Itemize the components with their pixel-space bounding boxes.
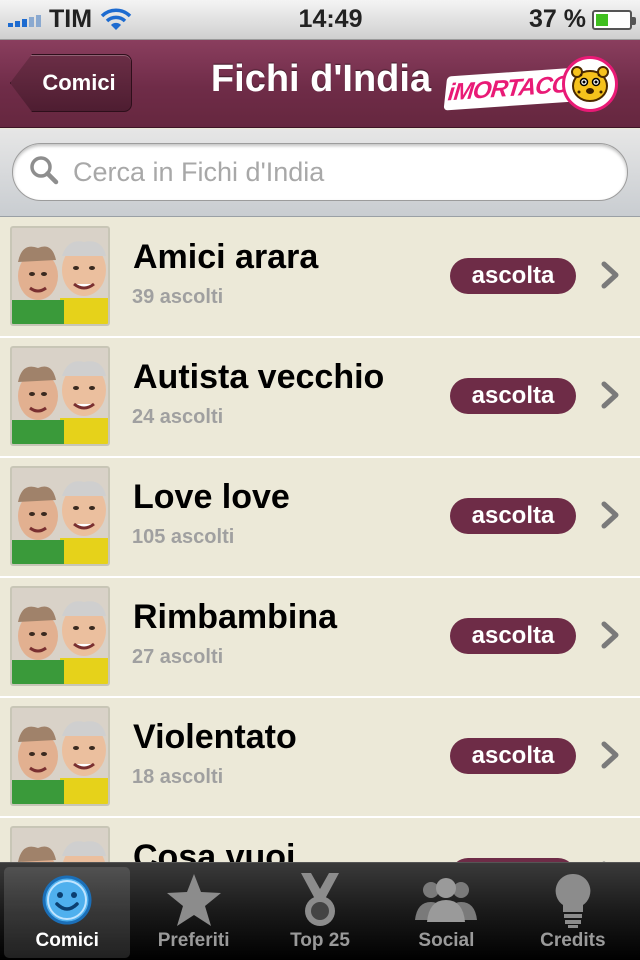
listen-button[interactable]: ascolta (450, 378, 576, 414)
search-input[interactable] (73, 156, 593, 188)
comedian-thumbnail (10, 466, 110, 566)
listen-button[interactable]: ascolta (450, 258, 576, 294)
listen-count: 39 ascolti (132, 286, 224, 308)
tab-label: Social (418, 930, 475, 951)
chevron-right-icon (598, 500, 622, 530)
comedian-thumbnail (10, 226, 110, 326)
battery-icon (591, 9, 636, 30)
tab-label: Credits (540, 930, 606, 951)
carrier-name: TIM (49, 5, 93, 33)
tab-comici[interactable]: Comici (4, 867, 131, 958)
comedian-thumbnail (10, 826, 110, 862)
medal-icon (293, 870, 347, 930)
lightbulb-icon (553, 870, 593, 930)
listen-count: 105 ascolti (132, 526, 235, 548)
clock: 14:49 (298, 5, 363, 33)
tab-bar: Comici Preferiti Top 25 Social Credits (0, 862, 640, 960)
navigation-bar: Comici Fichi d'India iMORTACCI (0, 40, 640, 128)
listen-button[interactable]: ascolta (450, 498, 576, 534)
tab-label: Comici (35, 930, 99, 951)
item-title: Cosa vuoi (133, 838, 296, 862)
tab-credits[interactable]: Credits (510, 867, 636, 958)
comedian-thumbnail (10, 706, 110, 806)
item-title: Love love (133, 478, 290, 516)
sketch-list: Amici arara 39 ascolti ascolta Autista v… (0, 218, 640, 862)
search-icon (29, 155, 59, 190)
search-field[interactable] (12, 143, 628, 201)
item-title: Amici arara (133, 238, 319, 276)
list-item[interactable]: Violentato 18 ascolti ascolta (0, 698, 640, 818)
listen-count: 18 ascolti (132, 766, 224, 788)
listen-count: 27 ascolti (132, 646, 224, 668)
battery-percent: 37 % (529, 5, 586, 33)
tab-label: Preferiti (157, 930, 230, 951)
chevron-right-icon (598, 260, 622, 290)
people-icon (413, 870, 479, 930)
tab-label: Top 25 (290, 930, 350, 951)
item-title: Rimbambina (133, 598, 338, 636)
list-item[interactable]: Cosa vuoi ascolta (0, 818, 640, 862)
chevron-right-icon (598, 740, 622, 770)
listen-count: 24 ascolti (132, 406, 224, 428)
item-title: Violentato (133, 718, 297, 756)
status-bar: TIM 14:49 37 % (0, 0, 640, 40)
list-item[interactable]: Love love 105 ascolti ascolta (0, 458, 640, 578)
cheetah-mascot-icon (562, 56, 618, 112)
list-item[interactable]: Rimbambina 27 ascolti ascolta (0, 578, 640, 698)
list-item[interactable]: Autista vecchio 24 ascolti ascolta (0, 338, 640, 458)
star-icon (165, 870, 223, 930)
comedian-thumbnail (10, 586, 110, 686)
listen-button[interactable]: ascolta (450, 738, 576, 774)
tab-social[interactable]: Social (383, 867, 509, 958)
signal-icon (8, 13, 41, 27)
tab-preferiti[interactable]: Preferiti (130, 867, 256, 958)
chevron-right-icon (598, 620, 622, 650)
status-right: 37 % (529, 5, 636, 34)
item-title: Autista vecchio (133, 358, 385, 396)
listen-button[interactable]: ascolta (450, 618, 576, 654)
tab-top-25[interactable]: Top 25 (257, 867, 383, 958)
smiley-icon (40, 870, 94, 930)
back-button[interactable]: Comici (10, 54, 132, 112)
chevron-right-icon (598, 380, 622, 410)
page-title: Fichi d'India (210, 58, 432, 100)
list-item[interactable]: Amici arara 39 ascolti ascolta (0, 218, 640, 338)
comedian-thumbnail (10, 346, 110, 446)
wifi-icon (100, 8, 132, 32)
search-bar (0, 129, 640, 217)
logo-wordmark: iMORTACCI (443, 67, 579, 111)
app-logo: iMORTACCI (443, 52, 624, 118)
status-left: TIM (8, 5, 132, 34)
